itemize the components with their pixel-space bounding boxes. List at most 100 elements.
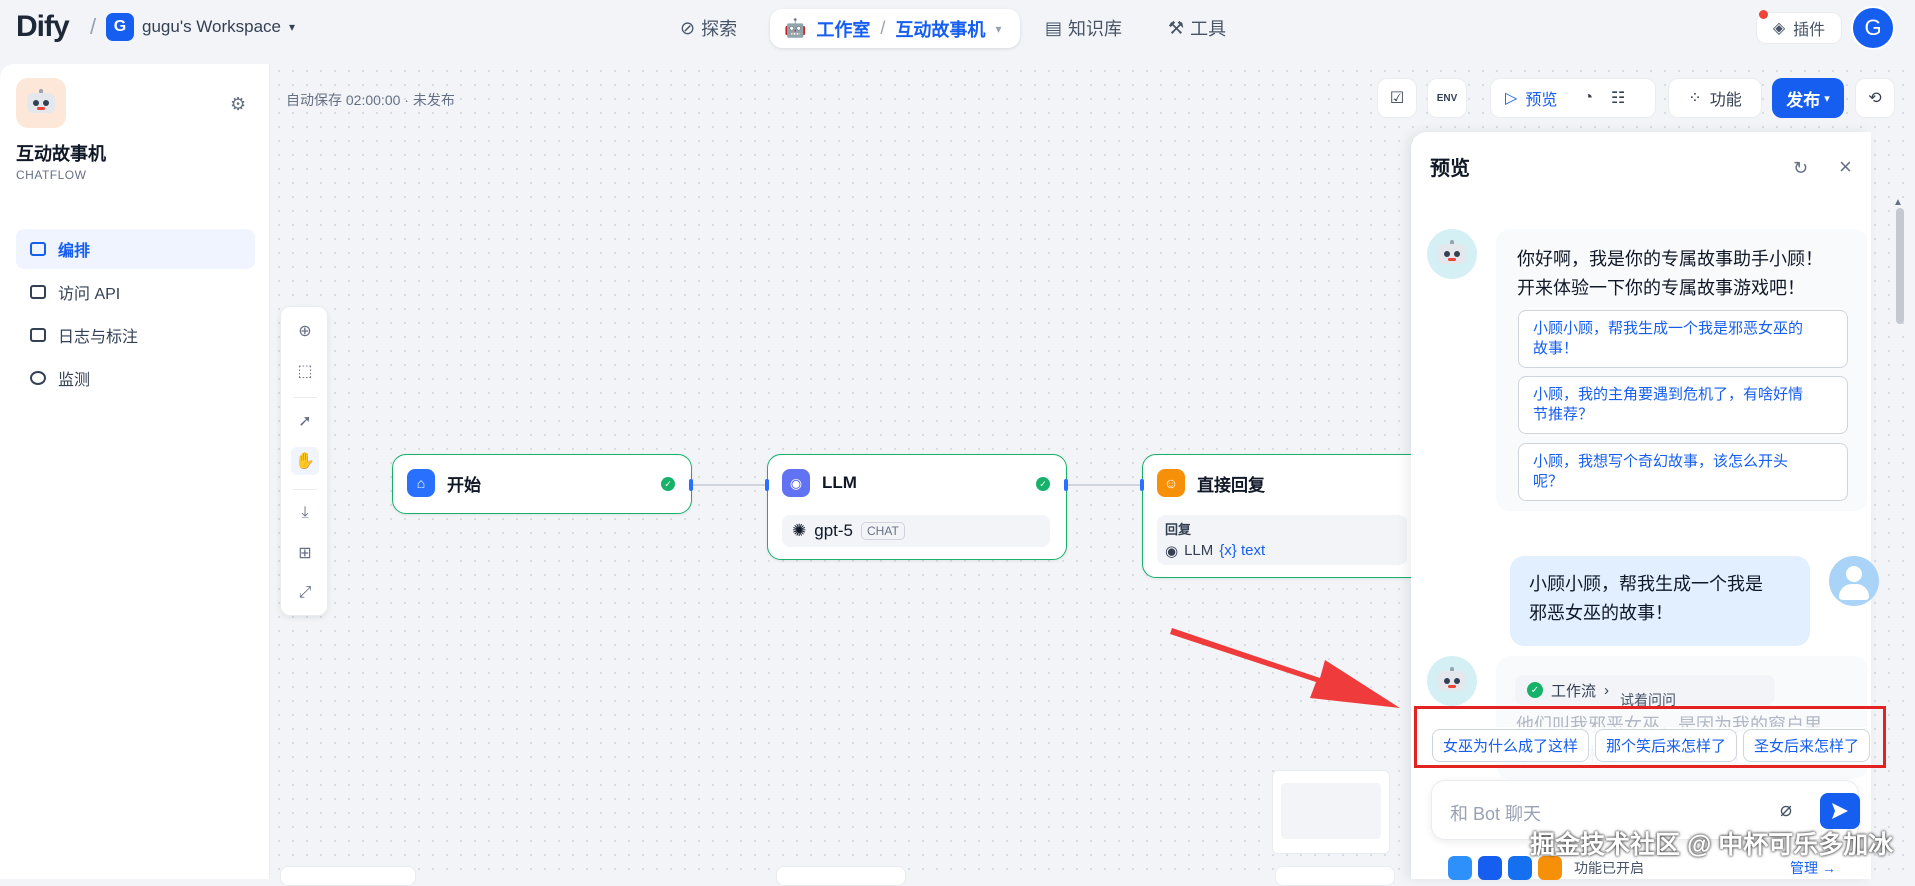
hand-icon[interactable]: ✋ [291,447,319,475]
reply-source: LLM [1184,542,1214,559]
home-icon: ⌂ [407,469,435,497]
answer-node[interactable]: ☺ 直接回复 回复 ◉ LLM {x} text [1140,454,1442,578]
dify-logo[interactable]: Dify [16,10,70,44]
suggestion-button[interactable]: 小顾，我的主角要遇到危机了，有啥好情 节推荐？ [1518,376,1848,434]
maximize-icon[interactable]: ⤢ [291,579,319,607]
user-message-line: 邪恶女巫的故事！ [1529,603,1673,623]
sidebar-menu: 编排 访问 API 日志与标注 监测 [16,229,255,401]
sidebar-item-orchestrate[interactable]: 编排 [16,229,255,269]
version-history-button[interactable]: ⟲ [1855,78,1895,118]
openai-icon: ✺ [792,521,807,540]
preview-title: 预览 [1430,158,1470,180]
add-node-icon[interactable]: ⊕ [291,317,319,345]
publish-button[interactable]: 发布 ▾ [1772,78,1844,118]
chevron-down-icon: ▾ [289,20,296,34]
greeting-line: 你好啊，我是你的专属故事助手小顾！ [1517,249,1823,269]
zoom-controls[interactable] [1275,866,1395,886]
nav-tools[interactable]: ⚒ 工具 [1168,9,1226,47]
manage-link[interactable]: 管理 → [1790,858,1836,878]
feature-icon [1478,856,1502,880]
features-button[interactable]: ⁘ 功能 [1668,78,1762,118]
sidebar-item-logs[interactable]: 日志与标注 [16,315,255,355]
pointer-icon[interactable]: ➚ [291,407,319,435]
edge-start-llm [692,484,768,486]
start-node[interactable]: ⌂ 开始 ✓ [392,454,693,514]
chat-input-placeholder: 和 Bot 聊天 [1450,804,1542,824]
start-node-title: 开始 [447,475,481,495]
hammer-icon: ⚒ [1168,17,1185,38]
app-icon [16,78,66,128]
preview-label[interactable]: 预览 [1525,86,1557,110]
paperclip-icon[interactable]: ⌀ [1780,797,1792,822]
llm-node-title: LLM [822,473,857,492]
brain-icon: ◉ [782,469,810,497]
input-handle[interactable] [765,479,769,491]
organize-icon[interactable]: ⊞ [291,539,319,567]
autosave-status: 自动保存 02:00:00 · 未发布 [286,92,455,108]
suggestion-text: 小顾小顾，帮我生成一个我是邪恶女巫的 [1533,320,1804,337]
suggestion-text: 节推荐？ [1533,406,1594,423]
robot-icon: 🤖 [784,18,807,38]
app-sidebar: ⚙ 互动故事机 CHATFLOW 编排 访问 API 日志与标注 监测 [0,64,270,879]
send-button[interactable] [1820,793,1860,829]
user-message: 小顾小顾，帮我生成一个我是 邪恶女巫的故事！ [1510,556,1810,646]
nav-explore-label: 探索 [701,19,738,39]
sliders-icon[interactable]: ⚙ [230,94,246,115]
sidebar-item-label: 监测 [58,372,91,389]
robot-icon [25,89,57,117]
bot-avatar [1427,656,1477,706]
llm-node[interactable]: ◉ LLM ✓ ✺ gpt-5 CHAT [765,454,1068,560]
terminal-icon [30,285,46,299]
output-handle[interactable] [689,479,693,491]
add-note-icon[interactable]: ⬚ [291,357,319,385]
app-name: 互动故事机 [16,144,106,164]
undo-redo-controls[interactable] [280,866,416,886]
dashboard-icon [30,371,46,385]
sidebar-item-monitor[interactable]: 监测 [16,358,255,398]
minimap[interactable] [1272,770,1390,854]
check-icon: ✓ [1036,477,1050,491]
nav-studio[interactable]: 🤖 工作室 / 互动故事机 ▾ [770,9,1020,48]
nav-explore[interactable]: ⊘ 探索 [680,9,737,47]
suggestion-button[interactable]: 小顾，我想写个奇幻故事，该怎么开头 呢？ [1518,443,1848,501]
workspace-switcher[interactable]: G gugu's Workspace ▾ [106,13,295,41]
export-image-icon[interactable]: ⤓ [291,499,319,527]
history-run-icon[interactable]: ◔ [1583,89,1593,107]
annotation-arrow [1170,628,1400,708]
canvas-bottom-controls[interactable] [776,866,906,886]
close-icon[interactable]: × [1839,154,1852,180]
answer-node-title: 直接回复 [1197,475,1265,495]
user-avatar-icon [1829,556,1879,606]
check-icon: ✓ [661,477,675,491]
checklist-button[interactable]: ☑ [1377,78,1417,118]
preview-toolbar: ▷ 预览 ◔ ☷ [1490,78,1656,118]
user-avatar[interactable]: G [1851,6,1895,50]
output-handle[interactable] [1064,479,1068,491]
chevron-down-icon: ▾ [1824,92,1830,105]
refresh-icon[interactable]: ↻ [1793,158,1808,179]
input-handle[interactable] [1140,479,1144,491]
reply-variable: {x} text [1219,542,1266,559]
edge-llm-answer [1068,484,1144,486]
app-type: CHATFLOW [16,168,87,182]
scroll-up-icon[interactable]: ▲ [1893,197,1903,208]
plugins-button[interactable]: ◈ 插件 [1756,10,1842,44]
suggestion-text: 故事！ [1533,340,1579,357]
current-app-label: 互动故事机 [895,19,986,40]
suggestion-button[interactable]: 小顾小顾，帮我生成一个我是邪恶女巫的 故事！ [1518,310,1848,368]
sidebar-item-api[interactable]: 访问 API [16,272,255,312]
sidebar-item-label: 访问 API [58,286,121,303]
nav-knowledge[interactable]: ▤ 知识库 [1045,9,1122,47]
mode-chip: CHAT [861,522,905,540]
reply-field: 回复 ◉ LLM {x} text [1157,515,1407,565]
user-message-line: 小顾小顾，帮我生成一个我是 [1529,574,1763,594]
env-button[interactable]: ENV [1427,78,1467,118]
sidebar-item-label: 日志与标注 [58,329,139,346]
chevron-right-icon: › [1604,681,1610,699]
variables-icon[interactable]: ☷ [1611,88,1625,108]
publish-label: 发布 [1786,90,1821,110]
suggestion-text: 小顾，我想写个奇幻故事，该怎么开头 [1533,453,1789,470]
highlight-box [1414,706,1886,768]
scrollbar[interactable] [1896,208,1904,324]
play-icon[interactable]: ▷ [1505,88,1517,108]
